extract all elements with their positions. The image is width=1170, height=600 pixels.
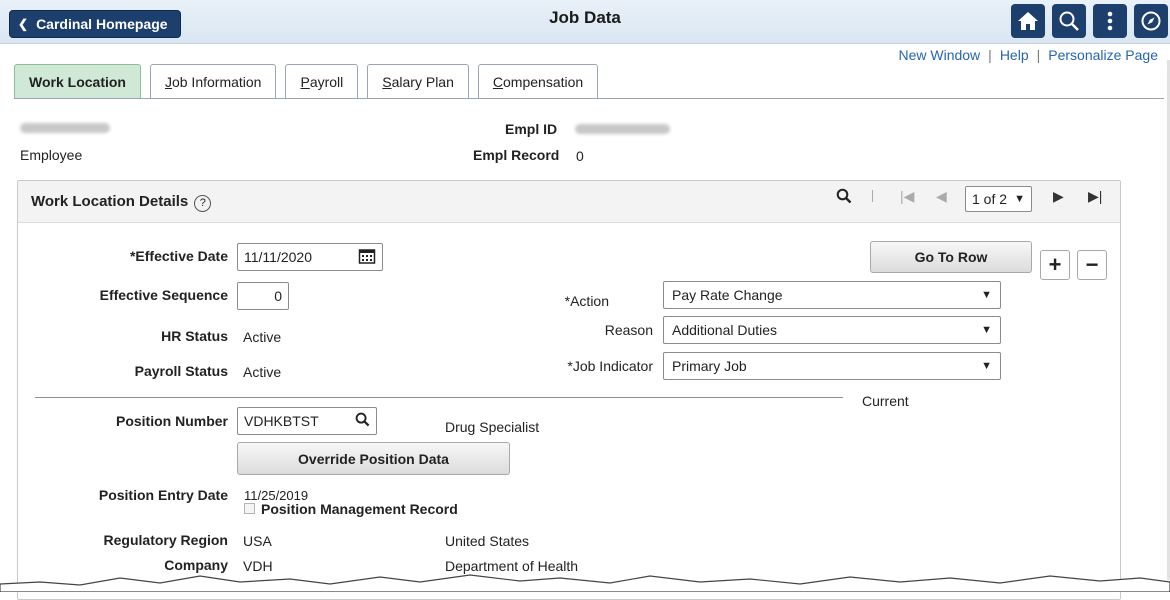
empl-record-label: Empl Record xyxy=(473,147,560,163)
job-indicator-select-value: Primary Job xyxy=(672,358,747,374)
chevron-down-icon: ▼ xyxy=(981,289,992,301)
tab-work-location[interactable]: Work Location xyxy=(14,64,141,98)
tab-accesskey: J xyxy=(164,73,172,90)
top-bar: ❮ Cardinal Homepage Job Data xyxy=(0,0,1170,44)
go-to-row-button[interactable]: Go To Row xyxy=(870,241,1032,273)
payroll-status-value: Active xyxy=(243,364,282,380)
tab-label: alary Plan xyxy=(391,73,454,90)
effective-date-value: 11/11/2020 xyxy=(244,249,312,265)
position-number-field[interactable]: VDHKBTST xyxy=(237,407,377,435)
help-link[interactable]: Help xyxy=(1000,47,1029,63)
hr-status-label: HR Status xyxy=(161,328,228,344)
position-entry-date-label: Position Entry Date xyxy=(98,487,228,503)
effective-sequence-label: Effective Sequence xyxy=(99,287,228,303)
employee-name-redacted xyxy=(20,120,110,136)
link-separator: | xyxy=(1036,47,1041,63)
effective-date-label: *Effective Date xyxy=(129,248,228,264)
empl-record-value: 0 xyxy=(576,148,584,164)
regulatory-region-description: United States xyxy=(445,533,530,549)
section-divider xyxy=(35,397,843,398)
link-separator: | xyxy=(988,47,992,63)
action-select[interactable]: Pay Rate Change ▼ xyxy=(663,281,1001,309)
panel-title: Work Location Details? xyxy=(31,193,212,212)
previous-row-icon[interactable]: ◀ xyxy=(936,188,947,205)
position-number-value: VDHKBTST xyxy=(244,413,319,429)
position-description: Drug Specialist xyxy=(445,419,540,435)
chevron-down-icon: ▼ xyxy=(981,324,992,336)
tab-payroll[interactable]: Payroll xyxy=(285,64,359,98)
employee-type: Employee xyxy=(20,147,83,163)
next-row-icon[interactable]: ▶ xyxy=(1053,188,1064,205)
job-indicator-label: *Job Indicator xyxy=(567,358,653,374)
help-icon[interactable]: ? xyxy=(194,195,212,212)
tab-bar: Work Location Job Information Payroll Sa… xyxy=(14,64,599,98)
tab-baseline xyxy=(14,98,1164,99)
reason-select-value: Additional Duties xyxy=(672,322,778,338)
empl-id-label: Empl ID xyxy=(505,121,558,137)
torn-edge-decoration xyxy=(0,574,1170,592)
chevron-down-icon: ▼ xyxy=(981,360,992,372)
navigator-icon[interactable] xyxy=(1134,4,1168,38)
lookup-icon[interactable] xyxy=(355,412,370,430)
empl-id-redacted xyxy=(575,121,670,137)
row-selector-value: 1 of 2 xyxy=(972,191,1008,207)
chevron-down-icon: ▼ xyxy=(1014,193,1025,205)
search-icon[interactable] xyxy=(1052,4,1086,38)
panel-title-text: Work Location Details xyxy=(31,193,189,210)
tab-label: ayroll xyxy=(309,73,344,90)
more-icon[interactable] xyxy=(1093,4,1127,38)
regulatory-region-value: USA xyxy=(243,533,272,549)
home-icon[interactable] xyxy=(1011,4,1045,38)
hr-status-value: Active xyxy=(243,329,282,345)
tab-accesskey: C xyxy=(492,73,504,90)
current-label: Current xyxy=(862,393,909,409)
tab-accesskey: P xyxy=(300,73,310,90)
page-title: Job Data xyxy=(549,8,621,27)
pager-divider xyxy=(872,190,873,202)
add-row-button[interactable]: + xyxy=(1040,250,1070,280)
position-management-label: Position Management Record xyxy=(261,501,458,517)
effective-date-field[interactable]: 11/11/2020 xyxy=(237,243,383,271)
effective-sequence-field[interactable]: 0 xyxy=(237,282,289,310)
last-row-icon[interactable]: ▶| xyxy=(1088,188,1102,205)
action-select-value: Pay Rate Change xyxy=(672,287,783,303)
regulatory-region-label: Regulatory Region xyxy=(103,532,228,548)
first-row-icon[interactable]: |◀ xyxy=(900,188,914,205)
tab-label: Work Location xyxy=(29,73,126,90)
action-label: *Action xyxy=(564,293,609,309)
find-icon[interactable] xyxy=(836,188,852,207)
tab-job-information[interactable]: Job Information xyxy=(149,64,277,98)
payroll-status-label: Payroll Status xyxy=(134,363,228,379)
header-actions xyxy=(1011,4,1168,38)
position-management-checkbox[interactable] xyxy=(244,503,255,514)
delete-row-button[interactable]: − xyxy=(1077,250,1107,280)
row-selector[interactable]: 1 of 2 ▼ xyxy=(965,186,1032,212)
calendar-icon[interactable] xyxy=(358,247,376,268)
reason-select[interactable]: Additional Duties ▼ xyxy=(663,316,1001,344)
personalize-page-link[interactable]: Personalize Page xyxy=(1048,47,1158,63)
tab-compensation[interactable]: Compensation xyxy=(477,64,599,98)
position-number-label: Position Number xyxy=(115,413,228,429)
reason-label: Reason xyxy=(604,322,653,338)
page-links: New Window | Help | Personalize Page xyxy=(898,47,1158,63)
override-position-data-button[interactable]: Override Position Data xyxy=(237,442,510,475)
tab-label: ob Information xyxy=(171,73,262,90)
tab-accesskey: S xyxy=(382,73,392,90)
tab-label: ompensation xyxy=(503,73,584,90)
job-indicator-select[interactable]: Primary Job ▼ xyxy=(663,352,1001,380)
tab-salary-plan[interactable]: Salary Plan xyxy=(367,64,469,98)
panel-header: Work Location Details? xyxy=(18,181,1120,223)
new-window-link[interactable]: New Window xyxy=(898,47,980,63)
